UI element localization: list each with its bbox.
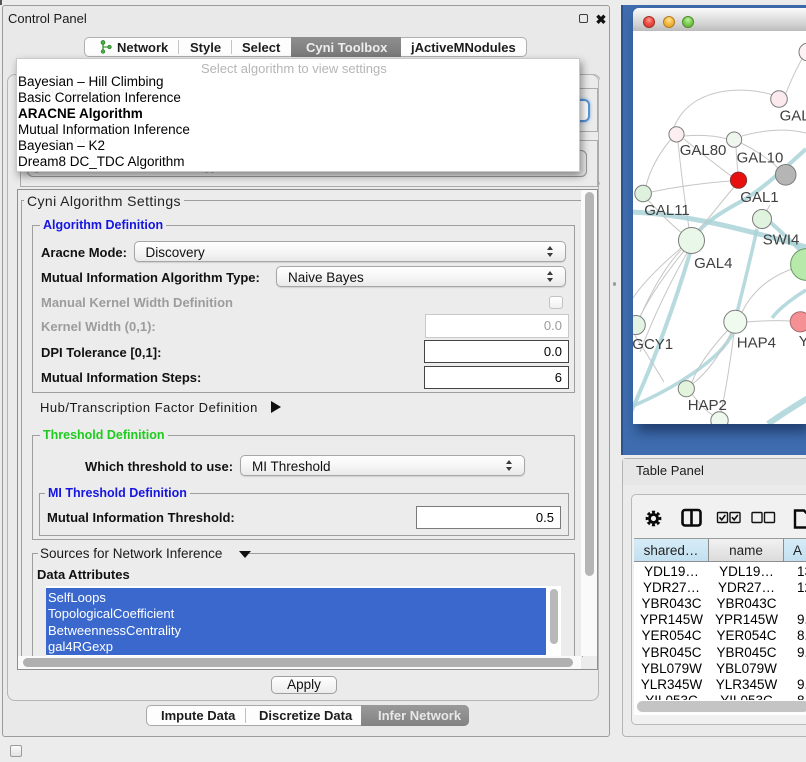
svg-text:HAP2: HAP2 bbox=[688, 397, 727, 414]
svg-text:GAL11: GAL11 bbox=[644, 202, 690, 219]
svg-text:GAL1: GAL1 bbox=[740, 189, 778, 206]
svg-text:GAL80: GAL80 bbox=[680, 142, 727, 159]
svg-text:GAL4: GAL4 bbox=[694, 255, 732, 272]
svg-text:GAL10: GAL10 bbox=[737, 150, 784, 167]
svg-text:Y: Y bbox=[799, 333, 806, 350]
svg-text:GCY1: GCY1 bbox=[633, 336, 673, 353]
svg-text:GAL: GAL bbox=[780, 108, 806, 125]
svg-text:HAP4: HAP4 bbox=[737, 335, 776, 352]
svg-text:SWI4: SWI4 bbox=[763, 232, 800, 249]
